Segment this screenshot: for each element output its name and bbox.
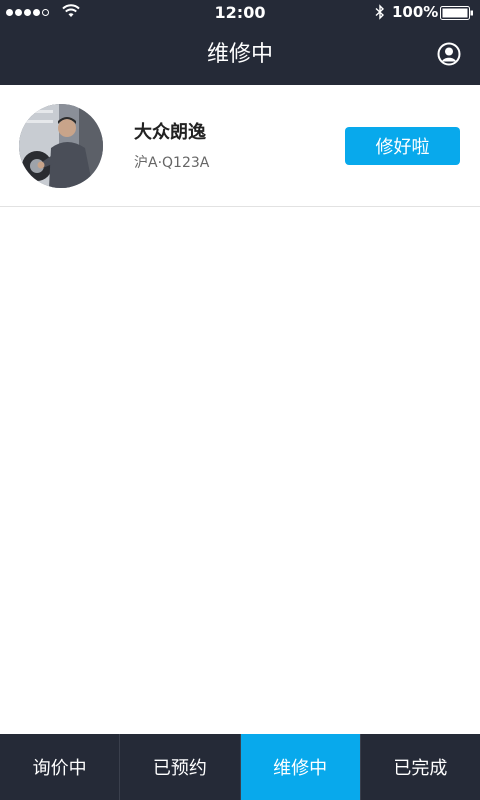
mechanic-photo bbox=[19, 104, 103, 188]
tab-booked[interactable]: 已预约 bbox=[120, 734, 241, 800]
bluetooth-icon bbox=[375, 4, 385, 20]
list-item[interactable]: 大众朗逸 沪A·Q123A 修好啦 bbox=[0, 85, 480, 207]
battery-icon bbox=[440, 6, 473, 20]
battery-percentage: 100% bbox=[392, 3, 439, 21]
tab-repairing[interactable]: 维修中 bbox=[240, 734, 361, 800]
user-circle-icon[interactable] bbox=[437, 42, 461, 66]
avatar bbox=[19, 104, 103, 188]
screen: 12:00 100% 维修中 大众朗逸 沪A·Q123A 修好啦 询价中 已预约… bbox=[0, 0, 480, 800]
repair-done-button[interactable]: 修好啦 bbox=[345, 127, 460, 165]
tab-completed[interactable]: 已完成 bbox=[361, 734, 480, 800]
page-title: 维修中 bbox=[206, 42, 273, 67]
car-model: 大众朗逸 bbox=[134, 122, 206, 143]
bottom-tab-bar: 询价中 已预约 维修中 已完成 bbox=[0, 734, 480, 800]
license-plate: 沪A·Q123A bbox=[134, 155, 210, 171]
header: 12:00 100% 维修中 bbox=[0, 0, 480, 85]
status-bar: 12:00 100% bbox=[0, 0, 480, 26]
tab-inquiry[interactable]: 询价中 bbox=[0, 734, 121, 800]
